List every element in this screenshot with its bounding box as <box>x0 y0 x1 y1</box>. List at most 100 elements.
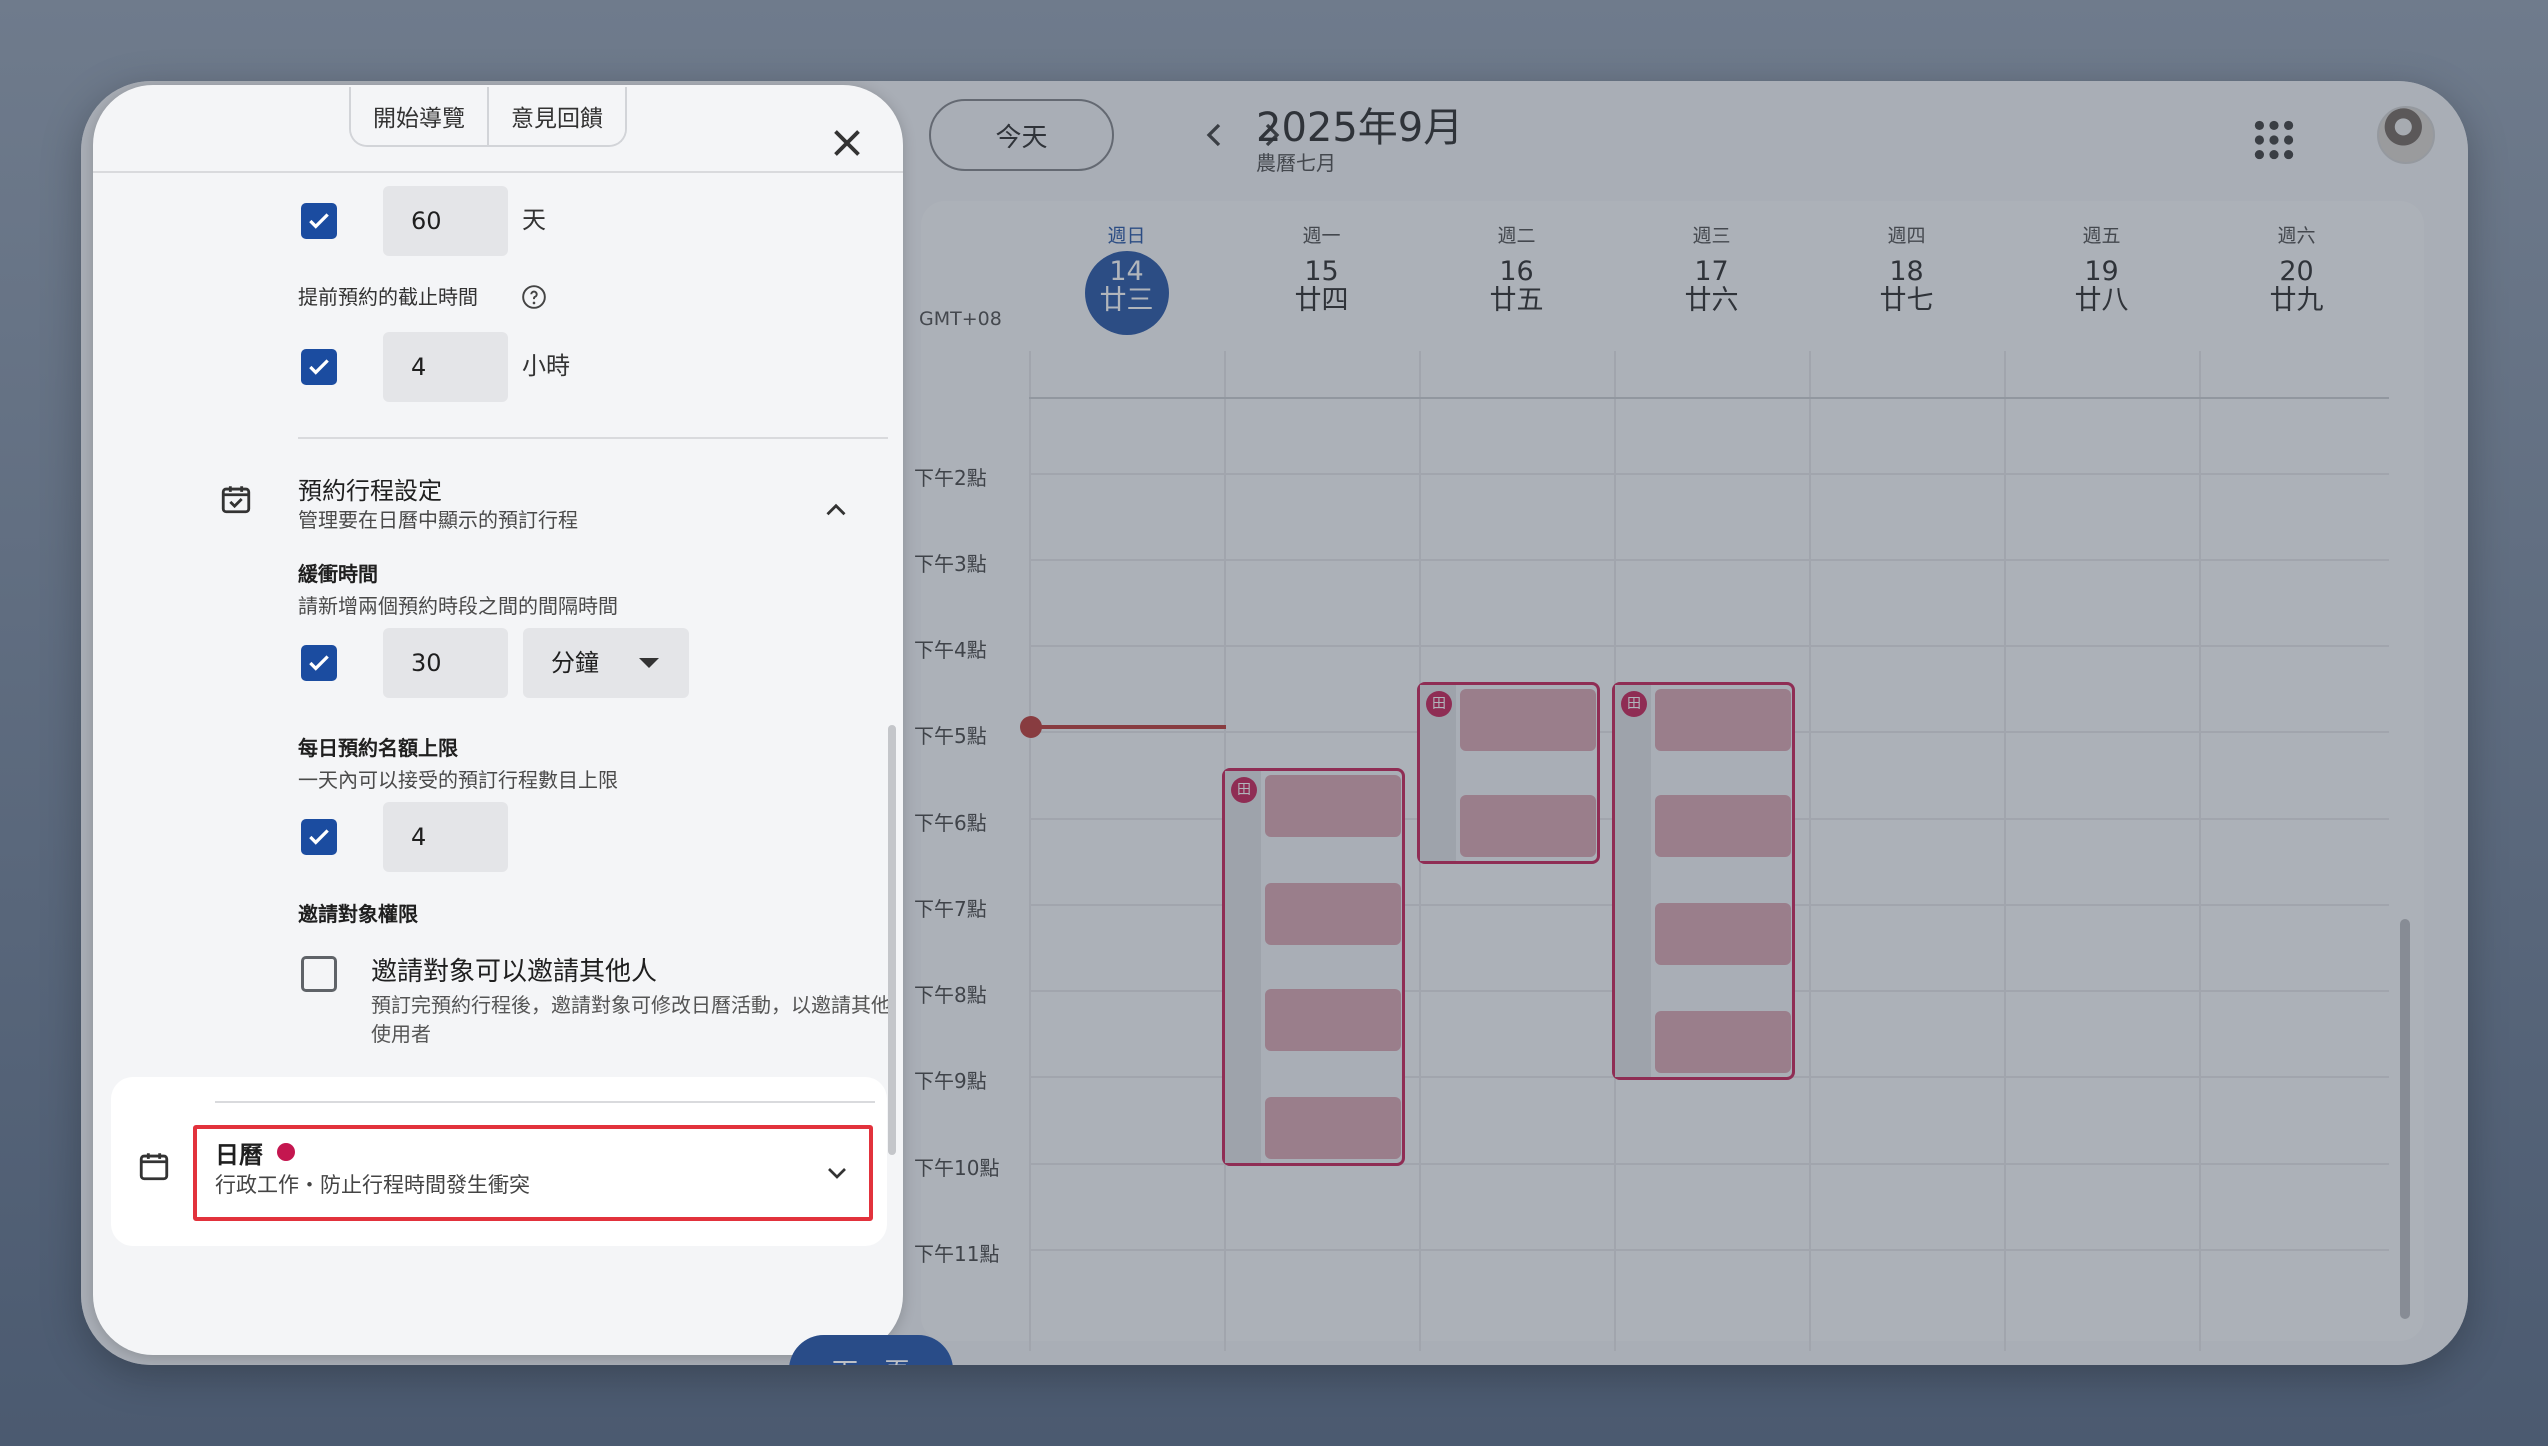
date-number: 19 <box>2084 256 2119 287</box>
calendar-select-title: 日曆 <box>215 1141 263 1169</box>
check-icon <box>309 359 329 375</box>
buffer-input[interactable] <box>383 628 508 698</box>
apps-grid-icon[interactable] <box>2249 115 2299 165</box>
hour-label: 下午3點 <box>914 552 987 576</box>
lunar-date: 廿三 <box>1099 285 1154 316</box>
appointment-schedule-tue[interactable]: 田 <box>1417 682 1600 864</box>
hours-unit: 小時 <box>522 352 570 380</box>
cutoff-checkbox[interactable] <box>301 349 337 385</box>
next-page-button[interactable]: 下一頁 <box>789 1335 953 1365</box>
lunar-date: 廿五 <box>1489 285 1544 316</box>
calendar-icon <box>139 1153 169 1181</box>
help-icon[interactable] <box>521 284 547 310</box>
chevron-left-icon <box>1206 123 1221 146</box>
day-header-mon[interactable]: 週一 15 廿四 <box>1224 221 1419 316</box>
app-window: 今天 2025年9月 農曆七月 GMT+08 週日 14 廿三 週一 15 廿四… <box>81 81 2468 1365</box>
booking-settings-desc: 管理要在日曆中顯示的預訂行程 <box>298 508 578 532</box>
hour-label: 下午5點 <box>914 724 987 748</box>
invite-others-checkbox[interactable] <box>301 956 337 992</box>
buffer-label: 緩衝時間 <box>298 562 378 586</box>
grid-line <box>1029 473 2389 475</box>
current-time-dot <box>1020 716 1042 738</box>
avatar[interactable] <box>2377 106 2435 164</box>
guest-permission-label: 邀請對象權限 <box>298 902 418 926</box>
daily-max-desc: 一天內可以接受的預訂行程數目上限 <box>298 768 618 792</box>
daily-max-label: 每日預約名額上限 <box>298 736 458 760</box>
appointment-slot[interactable] <box>1655 1011 1791 1073</box>
close-button[interactable] <box>824 120 870 166</box>
appointment-slot[interactable] <box>1655 903 1791 965</box>
buffer-unit-select[interactable]: 分鐘 <box>523 628 689 698</box>
hour-label: 下午8點 <box>914 983 987 1007</box>
cutoff-label: 提前預約的截止時間 <box>298 285 478 309</box>
prev-week-button[interactable] <box>1189 111 1239 161</box>
weekday-label: 週二 <box>1497 225 1536 247</box>
buffer-desc: 請新增兩個預約時段之間的間隔時間 <box>298 594 618 618</box>
date-number: 18 <box>1889 256 1924 287</box>
grid-line <box>2004 351 2006 1351</box>
appointment-slot[interactable] <box>1265 775 1401 837</box>
invite-others-desc: 預訂完預約行程後，邀請對象可修改日曆活動，以邀請其他使用者 <box>371 993 891 1046</box>
cutoff-input[interactable] <box>383 332 508 402</box>
day-header-wed[interactable]: 週三 17 廿六 <box>1614 221 1809 316</box>
day-header-sun[interactable]: 週日 14 廿三 <box>1029 221 1224 316</box>
start-tour-button[interactable]: 開始導覽 <box>351 87 487 145</box>
hour-label: 下午11點 <box>914 1242 1000 1266</box>
lunar-date: 廿六 <box>1684 285 1739 316</box>
hour-label: 下午7點 <box>914 897 987 921</box>
day-header-thu[interactable]: 週四 18 廿七 <box>1809 221 2004 316</box>
lunar-date: 廿九 <box>2269 285 2324 316</box>
calendar-color-dot <box>277 1143 295 1161</box>
event-gutter <box>1615 685 1651 1077</box>
appointment-slot[interactable] <box>1655 795 1791 857</box>
hour-label: 下午10點 <box>914 1156 1000 1180</box>
max-days-input[interactable] <box>383 186 508 256</box>
grid-line <box>1029 351 1031 1351</box>
appointment-grid-icon: 田 <box>1621 691 1647 717</box>
check-icon <box>309 655 329 671</box>
help-segment: 開始導覽 意見回饋 <box>349 87 627 147</box>
weekday-label: 週三 <box>1692 225 1731 247</box>
check-icon <box>309 213 329 229</box>
calendar-scrollbar[interactable] <box>2400 919 2410 1319</box>
chevron-up-icon[interactable] <box>819 493 853 527</box>
appointment-slot[interactable] <box>1265 1097 1401 1159</box>
invite-others-title: 邀請對象可以邀請其他人 <box>371 957 658 987</box>
today-button[interactable]: 今天 <box>929 99 1114 171</box>
day-header-sat[interactable]: 週六 20 廿九 <box>2199 221 2394 316</box>
buffer-checkbox[interactable] <box>301 645 337 681</box>
calendar-selector-card: 日曆 行政工作・防止行程時間發生衝突 <box>111 1077 887 1246</box>
weekday-label: 週五 <box>2082 225 2121 247</box>
appointment-slot[interactable] <box>1265 883 1401 945</box>
check-icon <box>309 829 329 845</box>
header-divider <box>93 171 903 173</box>
event-gutter <box>1225 771 1261 1163</box>
appointment-schedule-mon[interactable]: 田 <box>1222 768 1405 1166</box>
appointment-slot[interactable] <box>1460 689 1596 751</box>
daily-max-checkbox[interactable] <box>301 819 337 855</box>
weekday-label: 週四 <box>1887 225 1926 247</box>
date-number: 20 <box>2279 256 2314 287</box>
appointment-grid-icon: 田 <box>1231 777 1257 803</box>
booking-settings-title: 預約行程設定 <box>298 477 442 505</box>
grid-line <box>1809 351 1811 1351</box>
weekday-label: 週日 <box>1107 225 1146 247</box>
hour-label: 下午2點 <box>914 466 987 490</box>
weekday-label: 週六 <box>2277 225 2316 247</box>
lunar-date: 廿八 <box>2074 285 2129 316</box>
section-divider <box>298 437 888 439</box>
feedback-button[interactable]: 意見回饋 <box>487 87 625 145</box>
appointment-slot[interactable] <box>1655 689 1791 751</box>
chevron-down-icon[interactable] <box>821 1157 853 1189</box>
grid-line <box>1029 645 2389 647</box>
lunar-month: 農曆七月 <box>1256 151 1336 175</box>
appointment-slot[interactable] <box>1460 795 1596 857</box>
daily-max-input[interactable] <box>383 802 508 872</box>
day-header-tue[interactable]: 週二 16 廿五 <box>1419 221 1614 316</box>
max-days-checkbox[interactable] <box>301 203 337 239</box>
appointment-schedule-wed[interactable]: 田 <box>1612 682 1795 1080</box>
appointment-slot[interactable] <box>1265 989 1401 1051</box>
day-header-fri[interactable]: 週五 19 廿八 <box>2004 221 2199 316</box>
panel-scrollbar[interactable] <box>888 725 896 1155</box>
timezone-label: GMT+08 <box>919 308 1002 330</box>
